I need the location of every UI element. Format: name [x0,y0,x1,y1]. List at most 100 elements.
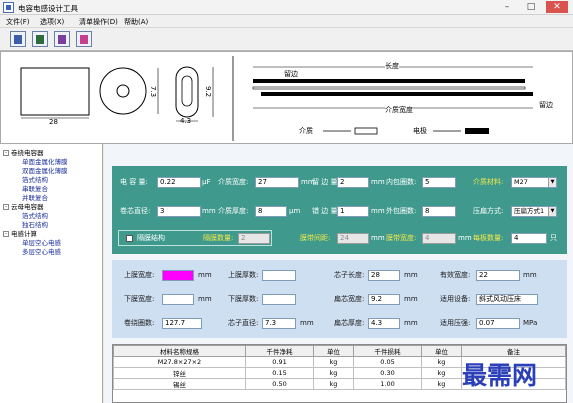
ring-turns-input[interactable]: 4 [511,233,547,244]
margin-unit: mm [371,178,385,186]
error-unit: mm [371,207,385,215]
flat-thickness-input[interactable]: 4.3 [368,318,400,329]
chevron-down-icon: ▼ [548,207,556,216]
effective-width-label: 有效宽度: [440,271,471,279]
col-material[interactable]: 材料名称规格 [113,345,246,357]
length-label: 长度 [385,61,399,71]
col-remark[interactable]: 备注 [461,345,566,357]
flat-width-input[interactable]: 9.2 [368,294,400,305]
film-width-label: 膜带间距: [300,234,331,242]
col-net-consumption[interactable]: 千件净耗 [245,345,314,357]
dielectric-width-label: 介质宽度: [218,178,249,186]
cell-unit2: kg [421,356,462,368]
menu-options[interactable]: 选项(X) [40,17,64,27]
upper-thickness-input[interactable] [262,270,296,281]
col-unit[interactable]: 单位 [313,345,354,357]
upper-thickness-label: 上膜厚数: [228,271,259,279]
core-diameter2-input[interactable]: 7.3 [262,318,296,329]
wound-turns-input[interactable]: 127.7 [162,318,202,329]
partial-structure-checkbox[interactable] [126,235,133,242]
press-mode-select[interactable]: 压扁方式1 ▼ [511,206,557,217]
window-title: 电容电感设计工具 [18,4,78,13]
margin-input[interactable]: 2 [337,177,369,188]
legend-electrode-label: 电极 [413,127,427,135]
menu-help[interactable]: 帮助(A) [124,17,148,27]
upper-width-label: 上膜宽度: [124,271,155,279]
film-width-input[interactable]: 24 [337,233,369,244]
lower-width-label: 下膜宽度: [124,295,155,303]
toolbar [0,28,573,51]
nav-tree: - 卷绕电容器 单面金属化薄膜 双面金属化薄膜 箔式结构 串联复合 并联复合 -云… [0,144,103,403]
error-input[interactable]: 1 [337,206,369,217]
error-label: 错 边 量: [312,207,340,215]
calculator-icon[interactable] [10,31,26,47]
device-input[interactable]: 斜式风动压床 [476,294,538,305]
pill-height-dim: 9.2 [204,86,212,98]
effective-width-input[interactable]: 22 [476,270,520,281]
rect-width-dim: 28 [49,118,58,126]
export-icon[interactable] [54,31,70,47]
dielectric-thickness-input[interactable]: 8 [255,206,287,217]
effective-width-unit: mm [523,271,537,279]
electrode-legend-swatch [465,128,489,134]
tools-icon[interactable] [76,31,92,47]
ring-turns-label: 每板数量: [473,234,504,242]
film-width2-input[interactable]: 4 [422,233,456,244]
legend-dielectric-label: 介质 [299,127,313,135]
maximize-button[interactable]: □ [520,1,542,13]
film-width2-label: 膜带宽度: [386,234,417,242]
partial-structure-label: 隔膜结构 [137,234,165,242]
upper-width-input[interactable] [162,270,194,281]
cell-unit: kg [313,367,354,379]
col-unit2[interactable]: 单位 [421,345,462,357]
core-diameter2-unit: mm [300,319,314,327]
device-label: 适用设备: [440,295,471,303]
core-length-unit: mm [404,271,418,279]
cell-unit: kg [313,378,354,390]
cell-material: 锌丝 [113,367,246,379]
partial-count-input[interactable]: 2 [238,233,270,244]
inner-turns-input[interactable]: 5 [422,177,456,188]
margin-label-right: 留边 [539,101,553,109]
cell-net: 0.15 [245,367,314,379]
dielectric-material-select[interactable]: M27 ▼ [511,177,557,188]
dielectric-legend-swatch [354,127,378,135]
core-diameter-input[interactable]: 3 [157,206,201,217]
pressure-label: 适用压强: [440,319,471,327]
watermark-logo: 最需网 [462,361,538,390]
capacitance-input[interactable]: 0.22 [157,177,201,188]
cell-unit2: kg [421,378,462,390]
close-button[interactable]: ✕ [546,1,568,13]
dielectric-material-label: 介质材料: [473,178,504,186]
lower-width-input[interactable] [162,294,194,305]
lower-thickness-input[interactable] [262,294,296,305]
menu-list-ops[interactable]: 清单操作(D) [79,17,118,27]
core-diameter-label: 卷芯直径: [120,207,151,215]
parameter-panel: 电 容 量: 0.22 μF 介质宽度: 27 mm 留 边 量: 2 mm 内… [112,166,567,254]
col-loss[interactable]: 千件损耗 [353,345,422,357]
pressure-input[interactable]: 0.07 [476,318,520,329]
pressure-unit: MPa [523,319,538,327]
tree-item-multi-layer-inductor[interactable]: 多层空心电感 [22,246,61,256]
margin-label: 留 边 量: [312,178,340,186]
outer-turns-label: 外包圈数: [386,207,417,215]
menu-file[interactable]: 文件(F) [6,17,30,27]
core-diameter-unit: mm [202,207,216,215]
outer-turns-input[interactable]: 8 [422,206,456,217]
drawing-area: 28 7.3 9.2 4.3 长度 留边 留边 介质宽度 介质 电极 [0,51,573,144]
chevron-down-icon: ▼ [548,178,556,187]
partial-count-label: 隔膜数量: [203,234,234,242]
core-length-label: 芯子长度: [334,271,365,279]
core-length-input[interactable]: 28 [368,270,400,281]
core-diameter2-label: 芯子直径: [228,319,259,327]
title-bar: 电容电感设计工具 – □ ✕ [0,0,573,15]
cell-net: 0.50 [245,378,314,390]
pill-width-dim: 4.3 [180,117,192,125]
wound-turns-label: 卷绕圈数: [124,319,155,327]
minimize-button[interactable]: – [496,1,518,13]
save-icon[interactable] [32,31,48,47]
dielectric-width-input[interactable]: 27 [255,177,299,188]
flat-width-unit: mm [404,295,418,303]
margin-label-top: 留边 [284,70,298,78]
cell-loss: 0.30 [353,367,422,379]
